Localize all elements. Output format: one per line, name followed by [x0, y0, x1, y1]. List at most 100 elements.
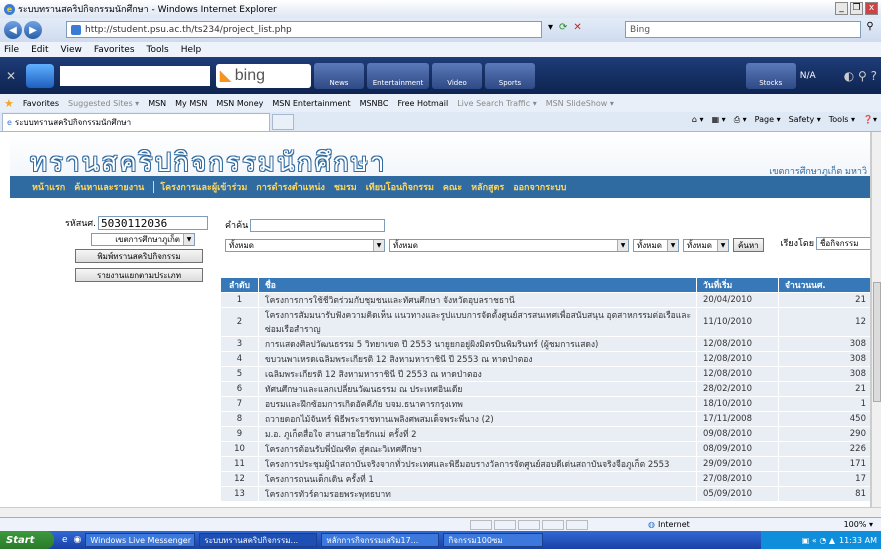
bing-tab-sports[interactable]: Sports	[485, 62, 535, 89]
row-name[interactable]: อบรมและฝึกซ้อมการเกิดอัคคีภัย บจม.ธนาคาร…	[258, 396, 697, 412]
nav-curriculum[interactable]: หลักสูตร	[471, 180, 504, 194]
bing-tab-video[interactable]: Video	[432, 62, 482, 89]
col-start-date[interactable]: วันที่เริ่ม	[696, 277, 779, 293]
task-messenger[interactable]: Windows Live Messenger	[85, 533, 196, 547]
back-arrow-icon[interactable]: ◀	[4, 21, 22, 39]
print-transcript-button[interactable]: พิมพ์ทรานสคริปกิจกรรม	[75, 249, 203, 263]
new-tab-button[interactable]	[272, 113, 294, 130]
menu-tools[interactable]: Tools	[147, 45, 169, 55]
row-name[interactable]: ม.อ. ภูเก็ตสื่อใจ สานสายใยรักแม่ ครั้งที…	[258, 426, 697, 442]
feeds-icon[interactable]: ▦ ▾	[712, 115, 726, 125]
nav-logout[interactable]: ออกจากระบบ	[513, 180, 566, 194]
start-button[interactable]: Start	[0, 531, 54, 549]
tools-menu[interactable]: Tools ▾	[829, 115, 855, 125]
bing-tab-entertainment[interactable]: Entertainment	[367, 62, 429, 89]
page-menu[interactable]: Page ▾	[755, 115, 781, 125]
weather-icon[interactable]: ◐ ⚲ ?	[844, 69, 877, 83]
vertical-scrollbar[interactable]	[871, 132, 881, 507]
forward-arrow-icon[interactable]: ▶	[24, 21, 42, 39]
row-name[interactable]: โครงการการใช้ชีวิตร่วมกับชุมชนและทัศนศึก…	[258, 292, 697, 308]
stop-icon[interactable]: ✕	[573, 22, 581, 33]
address-bar[interactable]: http://student.psu.ac.th/ts234/project_l…	[66, 21, 542, 38]
table-row[interactable]: 7 อบรมและฝึกซ้อมการเกิดอัคคีภัย บจม.ธนาคา…	[220, 396, 870, 412]
menu-file[interactable]: File	[4, 45, 19, 55]
horizontal-scrollbar[interactable]	[0, 507, 881, 517]
col-student-count[interactable]: จำนวนนศ.	[778, 277, 870, 293]
nav-clubs[interactable]: ชมรม	[334, 180, 357, 194]
nav-projects[interactable]: โครงการและผู้เข้าร่วม	[160, 180, 247, 194]
search-icon[interactable]: ⚲	[862, 21, 878, 38]
nav-search-report[interactable]: ค้นหาและรายงาน	[74, 180, 144, 194]
maximize-button[interactable]: ❐	[850, 2, 863, 15]
menu-favorites[interactable]: Favorites	[94, 45, 135, 55]
fav-my-msn[interactable]: My MSN	[175, 99, 207, 108]
scrollbar-thumb[interactable]	[873, 282, 881, 402]
table-row[interactable]: 6 ทัศนศึกษาและแลกเปลี่ยนวัฒนธรรม ณ ประเทศ…	[220, 381, 870, 397]
filter-select-3[interactable]: ทั้งหมด ▼	[633, 238, 679, 252]
row-name[interactable]: โครงการถนนเด็กเดิน ครั้งที่ 1	[258, 471, 697, 487]
filter-select-1[interactable]: ทั้งหมด ▼	[225, 238, 385, 252]
tab-active[interactable]: e ระบบทรานสคริปกิจกรรมนักศึกษา	[2, 112, 270, 131]
row-name[interactable]: โครงการต้อนรับพี่บัณฑิต สู่คณะวิเทศศึกษา	[258, 441, 697, 457]
filter-select-2[interactable]: ทั้งหมด ▼	[389, 238, 629, 252]
nav-faculty[interactable]: คณะ	[443, 180, 462, 194]
safety-menu[interactable]: Safety ▾	[789, 115, 821, 125]
row-name[interactable]: ทัศนศึกษาและแลกเปลี่ยนวัฒนธรรม ณ ประเทศอ…	[258, 381, 697, 397]
fav-suggested-sites[interactable]: Suggested Sites ▾	[68, 99, 139, 108]
table-row[interactable]: 8 ถวายดอกไม้จันทร์ พิธีพระราชทานเพลิงศพสม…	[220, 411, 870, 427]
row-name[interactable]: โครงการสัมมนารับฟังความคิดเห็น แนวทางและ…	[258, 307, 697, 337]
row-name[interactable]: เฉลิมพระเกียรติ 12 สิงหามหาราชินี ปี 255…	[258, 366, 697, 382]
ie-quicklaunch-icon[interactable]: e	[62, 535, 68, 545]
bing-tab-stocks[interactable]: Stocks	[745, 63, 796, 89]
row-name[interactable]: ขบวนพาเหรดเฉลิมพระเกียรติ 12 สิงหามหาราช…	[258, 351, 697, 367]
nav-positions[interactable]: การดำรงตำแหน่ง	[256, 180, 325, 194]
col-name[interactable]: ชื่อ	[258, 277, 697, 293]
row-name[interactable]: ถวายดอกไม้จันทร์ พิธีพระราชทานเพลิงศพสมเ…	[258, 411, 697, 427]
home-icon[interactable]: ⌂ ▾	[692, 115, 704, 125]
fav-msn-slideshow[interactable]: MSN SlideShow ▾	[546, 99, 614, 108]
task-browser[interactable]: ระบบทรานสคริปกิจกรรม...	[199, 533, 318, 547]
bing-tab-news[interactable]: News	[314, 62, 364, 89]
nav-home[interactable]: หน้าแรก	[32, 180, 65, 194]
nav-transfer[interactable]: เทียบโอนกิจกรรม	[366, 180, 434, 194]
table-row[interactable]: 12 โครงการถนนเด็กเดิน ครั้งที่ 1 27/08/201…	[220, 471, 870, 487]
refresh-icon[interactable]: ⟳	[559, 22, 567, 33]
media-icon[interactable]: ◉	[74, 535, 82, 545]
row-name[interactable]: การแสดงศิลปวัฒนธรรม 5 วิทยาเขต ปี 2553 น…	[258, 336, 697, 352]
tray-icons[interactable]: ▣ « ◔ ▲	[802, 536, 835, 545]
table-row[interactable]: 2 โครงการสัมมนารับฟังความคิดเห็น แนวทางแล…	[220, 307, 870, 337]
table-row[interactable]: 5 เฉลิมพระเกียรติ 12 สิงหามหาราชินี ปี 25…	[220, 366, 870, 382]
bing-search-input[interactable]	[60, 65, 210, 86]
table-row[interactable]: 1 โครงการการใช้ชีวิตร่วมกับชุมชนและทัศนศึ…	[220, 292, 870, 308]
task-word-doc[interactable]: หลักการกิจกรรมเสริม17...	[321, 533, 440, 547]
task-folder[interactable]: กิจกรรม100ซม	[443, 533, 544, 547]
fav-msnbc[interactable]: MSNBC	[360, 99, 389, 108]
table-row[interactable]: 11 โครงการประชุมผู้นำสถาบันจริงจากทั่วประ…	[220, 456, 870, 472]
close-button[interactable]: x	[865, 2, 878, 15]
sort-select[interactable]: ชื่อกิจกรรม	[816, 236, 870, 250]
dropdown-icon[interactable]: ▾	[548, 22, 553, 33]
close-toolbar-icon[interactable]: ✕	[6, 69, 22, 83]
fav-msn[interactable]: MSN	[148, 99, 166, 108]
table-row[interactable]: 13 โครงการทัวร์ตามรอยพระพุทธบาท 05/09/2010…	[220, 486, 870, 502]
menu-edit[interactable]: Edit	[31, 45, 48, 55]
table-row[interactable]: 3 การแสดงศิลปวัฒนธรรม 5 วิทยาเขต ปี 2553 …	[220, 336, 870, 352]
table-row[interactable]: 10 โครงการต้อนรับพี่บัณฑิต สู่คณะวิเทศศึก…	[220, 441, 870, 457]
fav-live-search-traffic[interactable]: Live Search Traffic ▾	[457, 99, 537, 108]
zoom-control[interactable]: 100% ▾	[844, 520, 873, 529]
fav-msn-entertainment[interactable]: MSN Entertainment	[272, 99, 350, 108]
search-button[interactable]: ค้นหา	[733, 238, 764, 252]
favorites-star-icon[interactable]: ★	[4, 97, 14, 110]
fav-free-hotmail[interactable]: Free Hotmail	[397, 99, 448, 108]
table-row[interactable]: 4 ขบวนพาเหรดเฉลิมพระเกียรติ 12 สิงหามหารา…	[220, 351, 870, 367]
menu-help[interactable]: Help	[181, 45, 202, 55]
print-icon[interactable]: ⎙ ▾	[734, 115, 747, 125]
favorites-label[interactable]: Favorites	[23, 99, 59, 108]
filter-select-4[interactable]: ทั้งหมด ▼	[683, 238, 729, 252]
menu-view[interactable]: View	[61, 45, 82, 55]
table-row[interactable]: 9 ม.อ. ภูเก็ตสื่อใจ สานสายใยรักแม่ ครั้งท…	[220, 426, 870, 442]
help-icon[interactable]: ❓▾	[863, 115, 877, 125]
student-id-input[interactable]: 5030112036	[98, 216, 208, 230]
report-by-type-button[interactable]: รายงานแยกตามประเภท	[75, 268, 203, 282]
fav-msn-money[interactable]: MSN Money	[216, 99, 263, 108]
